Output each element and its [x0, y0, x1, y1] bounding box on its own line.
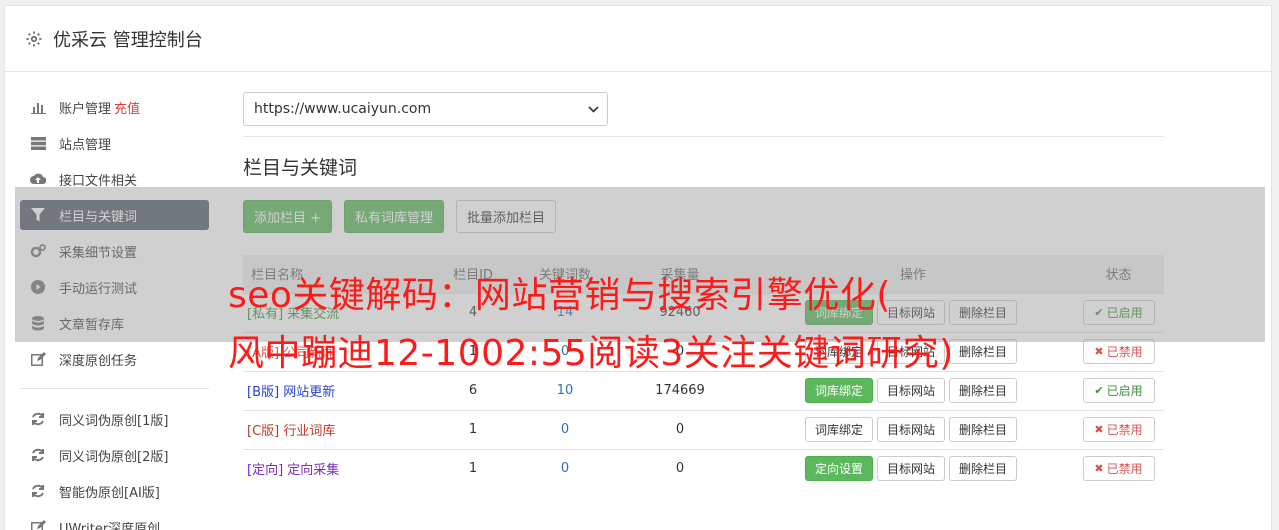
refresh-icon: [30, 447, 46, 463]
column-id: 1: [423, 409, 523, 449]
page-title: 优采云 管理控制台: [53, 29, 203, 51]
bind-library-button[interactable]: 词库绑定: [804, 378, 873, 403]
status-label: 已禁用: [1106, 423, 1143, 437]
sidebar-item-ai-rewrite[interactable]: 智能伪原创[AI版]: [20, 476, 209, 506]
sidebar-item-label: 同义词伪原创[2版]: [59, 449, 169, 465]
sidebar-item-synonym-v2[interactable]: 同义词伪原创[2版]: [20, 440, 209, 470]
sidebar-item-label: 接口文件相关: [59, 173, 138, 189]
column-name: 网站更新: [283, 385, 336, 400]
section-title: 栏目与关键词: [243, 157, 358, 179]
status-badge[interactable]: ✖ 已禁用: [1082, 339, 1155, 364]
status-badge[interactable]: ✔ 已启用: [1082, 378, 1155, 403]
divider: [243, 136, 1164, 137]
cloud-upload-icon: [30, 171, 46, 187]
server-icon: [30, 135, 46, 151]
column-name: 定向采集: [287, 463, 340, 479]
status-label: 已禁用: [1106, 462, 1143, 477]
status-badge[interactable]: ✖ 已禁用: [1082, 417, 1155, 442]
status-label: 已禁用: [1106, 345, 1143, 359]
keyword-count[interactable]: 0: [523, 448, 607, 488]
delete-column-button[interactable]: 删除栏目: [949, 417, 1018, 442]
status-badge[interactable]: ✖ 已禁用: [1082, 456, 1155, 482]
actions-cell: 词库绑定 目标网站 删除栏目: [753, 409, 1073, 449]
refresh-icon: [30, 483, 46, 499]
table-row: [B版] 网站更新 6 10 174669 词库绑定 目标网站 删除栏目 ✔ 已启用: [243, 370, 1164, 410]
sidebar-item-label: 智能伪原创[AI版]: [59, 485, 160, 501]
close-icon: ✖: [1094, 345, 1104, 358]
column-tag: [B版]: [247, 385, 280, 400]
column-name-cell[interactable]: [C版] 行业词库: [243, 409, 423, 449]
sidebar-item-sites[interactable]: 站点管理: [20, 128, 209, 158]
bind-library-button[interactable]: 词库绑定: [804, 417, 873, 442]
site-select[interactable]: https://www.ucaiyun.com: [243, 92, 608, 126]
collect-count: 174669: [607, 370, 753, 410]
status-label: 已启用: [1106, 384, 1143, 398]
check-icon: ✔: [1094, 384, 1104, 397]
status-cell: ✔ 已启用: [1073, 370, 1164, 410]
panel-header: 优采云 管理控制台: [5, 6, 1271, 72]
edit-icon: [30, 351, 46, 367]
gear-icon: [26, 31, 42, 46]
sidebar-item-label: 深度原创任务: [59, 353, 138, 369]
sidebar-item-label: 同义词伪原创[1版]: [59, 413, 169, 429]
status-cell: ✖ 已禁用: [1073, 448, 1164, 488]
refresh-icon: [30, 411, 46, 427]
column-name: 行业词库: [283, 424, 336, 439]
target-site-button[interactable]: 目标网站: [876, 378, 945, 403]
column-id: 1: [423, 448, 523, 488]
sidebar-item-label: UWriter深度原创: [59, 521, 161, 530]
target-site-button[interactable]: 目标网站: [876, 417, 945, 442]
table-row: [C版] 行业词库 1 0 0 词库绑定 目标网站 删除栏目 ✖ 已禁用: [243, 409, 1164, 449]
watermark-band: [15, 187, 1265, 342]
target-site-button[interactable]: 目标网站: [876, 456, 945, 482]
edit-icon: [30, 519, 46, 530]
keyword-count[interactable]: 10: [523, 370, 607, 410]
chevron-down-icon: [588, 105, 599, 113]
bar-chart-icon: [30, 99, 46, 115]
column-tag: [C版]: [247, 424, 280, 439]
sidebar-item-label: 账户管理: [59, 101, 112, 117]
direct-settings-button[interactable]: 定向设置: [804, 456, 873, 482]
delete-column-button[interactable]: 删除栏目: [949, 339, 1018, 364]
column-id: 6: [423, 370, 523, 410]
recharge-link[interactable]: 充值: [114, 98, 140, 117]
delete-column-button[interactable]: 删除栏目: [949, 456, 1018, 482]
collect-count: 0: [607, 409, 753, 449]
column-tag: [定向]: [247, 463, 284, 479]
sidebar-item-label: 站点管理: [59, 137, 112, 153]
actions-cell: 词库绑定 目标网站 删除栏目: [753, 370, 1073, 410]
site-select-value: https://www.ucaiyun.com: [254, 101, 432, 117]
actions-cell: 定向设置 目标网站 删除栏目: [753, 448, 1073, 488]
keyword-count[interactable]: 0: [523, 409, 607, 449]
sidebar-item-uwriter[interactable]: UWriter深度原创: [20, 512, 209, 530]
sidebar-divider: [20, 388, 209, 389]
sidebar-item-account[interactable]: 账户管理 充值: [20, 92, 209, 122]
sidebar-item-synonym-v1[interactable]: 同义词伪原创[1版]: [20, 404, 209, 434]
watermark-text-line-2: 风中蹦迪12-1002:55阅读3关注关键词研究): [228, 333, 954, 374]
status-cell: ✖ 已禁用: [1073, 409, 1164, 449]
column-name-cell[interactable]: [定向] 定向采集: [243, 448, 423, 488]
delete-column-button[interactable]: 删除栏目: [949, 378, 1018, 403]
watermark-text-line-1: seo关键解码：网站营销与搜索引擎优化(: [228, 275, 891, 316]
table-row: [定向] 定向采集 1 0 0 定向设置 目标网站 删除栏目 ✖ 已禁用: [243, 448, 1164, 488]
close-icon: ✖: [1094, 423, 1104, 436]
collect-count: 0: [607, 448, 753, 488]
column-name-cell[interactable]: [B版] 网站更新: [243, 370, 423, 410]
sidebar-item-deep-original[interactable]: 深度原创任务: [20, 344, 209, 374]
close-icon: ✖: [1094, 462, 1104, 476]
